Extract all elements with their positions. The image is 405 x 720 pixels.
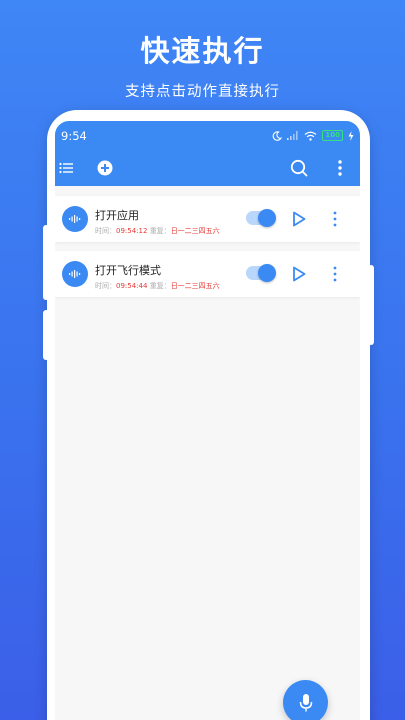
more-vertical-icon — [338, 160, 342, 176]
more-vertical-icon[interactable] — [331, 210, 339, 228]
play-icon[interactable] — [292, 266, 306, 282]
time-value: 09:54:12 — [116, 227, 148, 235]
play-icon[interactable] — [292, 211, 306, 227]
search-icon — [290, 159, 308, 177]
microphone-icon — [299, 693, 312, 711]
toggle-knob — [258, 264, 276, 282]
add-button[interactable] — [94, 157, 116, 179]
search-button[interactable] — [288, 157, 310, 179]
repeat-value: 日一二三四五六 — [170, 227, 220, 235]
charging-icon — [348, 130, 354, 141]
status-icons: 100 — [272, 130, 354, 141]
overflow-menu-button[interactable] — [329, 157, 351, 179]
phone-side-button — [43, 310, 49, 360]
task-enable-toggle[interactable] — [246, 264, 276, 282]
task-enable-toggle[interactable] — [246, 209, 276, 227]
task-title: 打开飞行模式 — [95, 264, 161, 277]
phone-side-button — [43, 225, 49, 300]
voice-task-icon — [62, 261, 88, 287]
task-card[interactable]: 打开应用 时间：09:54:12 重复：日一二三四五六 — [55, 196, 360, 242]
time-value: 09:54:44 — [116, 282, 148, 290]
signal-icon — [287, 131, 298, 140]
list-icon — [59, 162, 73, 174]
menu-button[interactable] — [55, 157, 77, 179]
more-vertical-icon[interactable] — [331, 265, 339, 283]
repeat-label: 重复： — [149, 227, 171, 235]
time-label: 时间： — [95, 227, 116, 235]
moon-icon — [273, 130, 283, 141]
repeat-label: 重复： — [149, 282, 171, 290]
app-screen: 9:54 100 打开应用 时间：09:54:12 重复：日一二三四五六 打开飞… — [55, 121, 360, 720]
add-icon — [97, 160, 113, 176]
task-meta: 时间：09:54:12 重复：日一二三四五六 — [95, 226, 220, 236]
task-meta: 时间：09:54:44 重复：日一二三四五六 — [95, 281, 220, 291]
app-toolbar — [55, 151, 360, 186]
promo-subline: 支持点击动作直接执行 — [125, 84, 280, 100]
battery-icon: 100 — [322, 130, 343, 141]
voice-input-button[interactable] — [283, 680, 328, 720]
status-bar: 9:54 100 — [55, 121, 360, 151]
task-title: 打开应用 — [95, 209, 139, 222]
phone-side-button — [368, 265, 374, 345]
voice-task-icon — [62, 206, 88, 232]
status-time: 9:54 — [61, 129, 87, 143]
time-label: 时间： — [95, 282, 116, 290]
promo-headline: 快速执行 — [140, 34, 265, 68]
task-card[interactable]: 打开飞行模式 时间：09:54:44 重复：日一二三四五六 — [55, 251, 360, 297]
toggle-knob — [258, 209, 276, 227]
wifi-icon — [304, 131, 317, 141]
repeat-value: 日一二三四五六 — [170, 282, 220, 290]
